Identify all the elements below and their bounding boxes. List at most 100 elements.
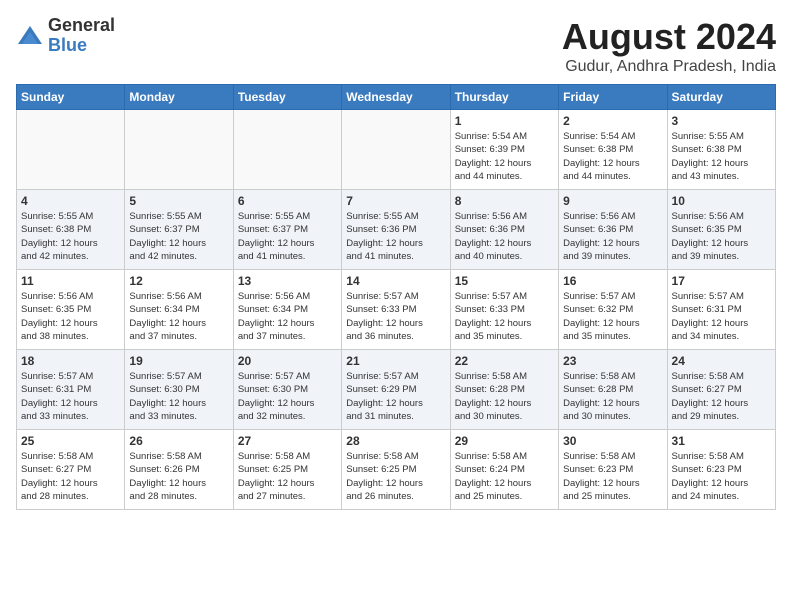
calendar-cell: 11Sunrise: 5:56 AM Sunset: 6:35 PM Dayli… (17, 270, 125, 350)
day-info: Sunrise: 5:57 AM Sunset: 6:33 PM Dayligh… (455, 290, 554, 343)
day-info: Sunrise: 5:57 AM Sunset: 6:31 PM Dayligh… (21, 370, 120, 423)
day-number: 14 (346, 274, 445, 288)
calendar-cell (125, 110, 233, 190)
weekday-header-cell: Tuesday (233, 85, 341, 110)
day-number: 24 (672, 354, 771, 368)
calendar-week-row: 18Sunrise: 5:57 AM Sunset: 6:31 PM Dayli… (17, 350, 776, 430)
logo-blue-text: Blue (48, 36, 115, 56)
weekday-header-cell: Monday (125, 85, 233, 110)
day-number: 17 (672, 274, 771, 288)
logo-general-text: General (48, 16, 115, 36)
day-info: Sunrise: 5:58 AM Sunset: 6:24 PM Dayligh… (455, 450, 554, 503)
day-info: Sunrise: 5:58 AM Sunset: 6:25 PM Dayligh… (238, 450, 337, 503)
day-info: Sunrise: 5:56 AM Sunset: 6:36 PM Dayligh… (563, 210, 662, 263)
title-area: August 2024 Gudur, Andhra Pradesh, India (562, 16, 776, 76)
calendar-cell: 31Sunrise: 5:58 AM Sunset: 6:23 PM Dayli… (667, 430, 775, 510)
calendar-cell: 15 Sunrise: 5:57 AM Sunset: 6:33 PM Dayli… (450, 270, 558, 350)
day-number: 3 (672, 114, 771, 128)
header: General Blue August 2024 Gudur, Andhra P… (16, 16, 776, 76)
day-number: 8 (455, 194, 554, 208)
calendar-cell: 20 Sunrise: 5:57 AM Sunset: 6:30 PM Dayli… (233, 350, 341, 430)
calendar-cell: 28Sunrise: 5:58 AM Sunset: 6:25 PM Dayli… (342, 430, 450, 510)
day-number: 15 (455, 274, 554, 288)
calendar-cell: 10 Sunrise: 5:56 AM Sunset: 6:35 PM Dayli… (667, 190, 775, 270)
day-info: Sunrise: 5:55 AM Sunset: 6:36 PM Dayligh… (346, 210, 445, 263)
calendar-cell: 7 Sunrise: 5:55 AM Sunset: 6:36 PM Daylig… (342, 190, 450, 270)
calendar-cell: 22 Sunrise: 5:58 AM Sunset: 6:28 PM Dayli… (450, 350, 558, 430)
weekday-header-cell: Sunday (17, 85, 125, 110)
day-number: 1 (455, 114, 554, 128)
calendar-cell: 17 Sunrise: 5:57 AM Sunset: 6:31 PM Dayli… (667, 270, 775, 350)
calendar-cell: 4 Sunrise: 5:55 AM Sunset: 6:38 PM Daylig… (17, 190, 125, 270)
calendar-cell (17, 110, 125, 190)
calendar-cell: 1Sunrise: 5:54 AM Sunset: 6:39 PM Daylig… (450, 110, 558, 190)
day-number: 11 (21, 274, 120, 288)
logo-icon (16, 22, 44, 50)
day-number: 30 (563, 434, 662, 448)
day-number: 7 (346, 194, 445, 208)
calendar-cell: 12Sunrise: 5:56 AM Sunset: 6:34 PM Dayli… (125, 270, 233, 350)
calendar-cell: 24 Sunrise: 5:58 AM Sunset: 6:27 PM Dayli… (667, 350, 775, 430)
day-number: 22 (455, 354, 554, 368)
calendar-table: SundayMondayTuesdayWednesdayThursdayFrid… (16, 84, 776, 510)
day-info: Sunrise: 5:56 AM Sunset: 6:35 PM Dayligh… (672, 210, 771, 263)
calendar-cell: 27 Sunrise: 5:58 AM Sunset: 6:25 PM Dayli… (233, 430, 341, 510)
calendar-cell: 3 Sunrise: 5:55 AM Sunset: 6:38 PM Daylig… (667, 110, 775, 190)
day-number: 10 (672, 194, 771, 208)
day-number: 20 (238, 354, 337, 368)
day-number: 21 (346, 354, 445, 368)
day-info: Sunrise: 5:56 AM Sunset: 6:36 PM Dayligh… (455, 210, 554, 263)
calendar-cell: 29 Sunrise: 5:58 AM Sunset: 6:24 PM Dayli… (450, 430, 558, 510)
day-info: Sunrise: 5:58 AM Sunset: 6:27 PM Dayligh… (672, 370, 771, 423)
day-info: Sunrise: 5:56 AM Sunset: 6:34 PM Dayligh… (238, 290, 337, 343)
day-number: 2 (563, 114, 662, 128)
weekday-header-cell: Friday (559, 85, 667, 110)
calendar-cell: 23 Sunrise: 5:58 AM Sunset: 6:28 PM Dayli… (559, 350, 667, 430)
calendar-cell: 18Sunrise: 5:57 AM Sunset: 6:31 PM Dayli… (17, 350, 125, 430)
calendar-cell: 9Sunrise: 5:56 AM Sunset: 6:36 PM Daylig… (559, 190, 667, 270)
calendar-week-row: 4 Sunrise: 5:55 AM Sunset: 6:38 PM Daylig… (17, 190, 776, 270)
calendar-cell: 30 Sunrise: 5:58 AM Sunset: 6:23 PM Dayli… (559, 430, 667, 510)
day-number: 13 (238, 274, 337, 288)
weekday-header-cell: Thursday (450, 85, 558, 110)
calendar-cell: 19 Sunrise: 5:57 AM Sunset: 6:30 PM Dayli… (125, 350, 233, 430)
day-info: Sunrise: 5:58 AM Sunset: 6:23 PM Dayligh… (563, 450, 662, 503)
day-info: Sunrise: 5:57 AM Sunset: 6:31 PM Dayligh… (672, 290, 771, 343)
day-number: 16 (563, 274, 662, 288)
day-number: 26 (129, 434, 228, 448)
calendar-cell: 14 Sunrise: 5:57 AM Sunset: 6:33 PM Dayli… (342, 270, 450, 350)
day-number: 23 (563, 354, 662, 368)
calendar-week-row: 25 Sunrise: 5:58 AM Sunset: 6:27 PM Dayli… (17, 430, 776, 510)
calendar-cell (342, 110, 450, 190)
day-number: 4 (21, 194, 120, 208)
main-title: August 2024 (562, 16, 776, 58)
day-info: Sunrise: 5:54 AM Sunset: 6:38 PM Dayligh… (563, 130, 662, 183)
day-number: 29 (455, 434, 554, 448)
day-info: Sunrise: 5:58 AM Sunset: 6:28 PM Dayligh… (455, 370, 554, 423)
weekday-header-row: SundayMondayTuesdayWednesdayThursdayFrid… (17, 85, 776, 110)
calendar-cell: 8 Sunrise: 5:56 AM Sunset: 6:36 PM Daylig… (450, 190, 558, 270)
calendar-cell: 2 Sunrise: 5:54 AM Sunset: 6:38 PM Daylig… (559, 110, 667, 190)
day-info: Sunrise: 5:57 AM Sunset: 6:30 PM Dayligh… (238, 370, 337, 423)
calendar-week-row: 11Sunrise: 5:56 AM Sunset: 6:35 PM Dayli… (17, 270, 776, 350)
weekday-header-cell: Saturday (667, 85, 775, 110)
calendar-cell (233, 110, 341, 190)
day-info: Sunrise: 5:57 AM Sunset: 6:33 PM Dayligh… (346, 290, 445, 343)
calendar-cell: 13 Sunrise: 5:56 AM Sunset: 6:34 PM Dayli… (233, 270, 341, 350)
calendar-cell: 25 Sunrise: 5:58 AM Sunset: 6:27 PM Dayli… (17, 430, 125, 510)
day-info: Sunrise: 5:55 AM Sunset: 6:37 PM Dayligh… (129, 210, 228, 263)
day-info: Sunrise: 5:58 AM Sunset: 6:28 PM Dayligh… (563, 370, 662, 423)
day-info: Sunrise: 5:55 AM Sunset: 6:38 PM Dayligh… (672, 130, 771, 183)
day-number: 25 (21, 434, 120, 448)
day-number: 27 (238, 434, 337, 448)
calendar-cell: 26 Sunrise: 5:58 AM Sunset: 6:26 PM Dayli… (125, 430, 233, 510)
weekday-header-cell: Wednesday (342, 85, 450, 110)
day-number: 19 (129, 354, 228, 368)
calendar-cell: 16Sunrise: 5:57 AM Sunset: 6:32 PM Dayli… (559, 270, 667, 350)
day-info: Sunrise: 5:55 AM Sunset: 6:38 PM Dayligh… (21, 210, 120, 263)
day-info: Sunrise: 5:58 AM Sunset: 6:26 PM Dayligh… (129, 450, 228, 503)
day-number: 5 (129, 194, 228, 208)
day-info: Sunrise: 5:57 AM Sunset: 6:30 PM Dayligh… (129, 370, 228, 423)
day-info: Sunrise: 5:58 AM Sunset: 6:27 PM Dayligh… (21, 450, 120, 503)
calendar-cell: 21Sunrise: 5:57 AM Sunset: 6:29 PM Dayli… (342, 350, 450, 430)
